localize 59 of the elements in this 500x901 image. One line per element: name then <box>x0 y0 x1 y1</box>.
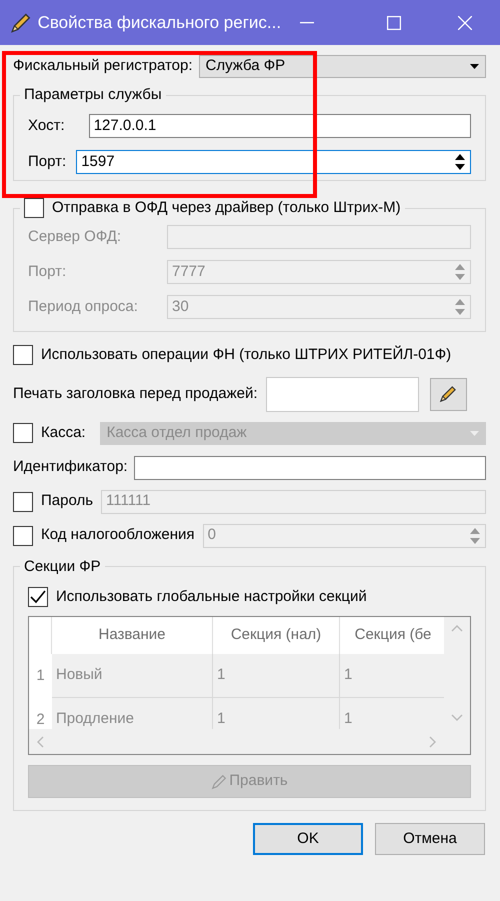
table-cell: 1 <box>213 698 340 729</box>
group-title: Параметры службы <box>23 85 163 105</box>
group-title: Секции ФР <box>23 556 102 576</box>
checkbox-label: Использовать глобальные настройки секций <box>56 586 367 606</box>
checkbox-label: Отправка в ОФД через драйвер (только Штрих-М) <box>52 198 401 218</box>
host-field[interactable]: 127.0.0.1 <box>88 114 471 138</box>
table-cell: 1 <box>340 698 444 729</box>
spin-field[interactable]: 7777 <box>167 260 471 284</box>
port-field[interactable]: 1597 <box>76 150 471 174</box>
identifier-field[interactable] <box>134 456 486 480</box>
checkbox-label: Использовать операции ФН (только ШТРИХ РИТЕЙЛ-01Ф) <box>41 344 452 365</box>
pencil-icon <box>439 385 458 403</box>
minimize-icon <box>300 22 314 24</box>
spin-arrows-icon <box>469 526 481 546</box>
table-cell: Новый <box>52 654 213 698</box>
field-label: Порт: <box>28 152 66 172</box>
field-label: Хост: <box>28 116 65 136</box>
spin-arrows-icon <box>454 152 466 172</box>
scroll-right-icon <box>429 736 436 748</box>
scroll-left-icon <box>37 736 44 748</box>
ok-button[interactable]: OK <box>253 823 363 855</box>
text-field[interactable] <box>167 225 471 249</box>
checkbox-label: Пароль <box>41 491 94 512</box>
spin-arrows-icon <box>454 262 466 282</box>
field-label: Период опроса: <box>28 296 139 317</box>
maximize-icon <box>386 16 401 30</box>
close-icon <box>458 16 472 30</box>
scroll-up-icon <box>451 625 463 632</box>
field-label: Порт: <box>28 262 68 282</box>
spin-arrows-icon <box>454 297 466 317</box>
checkbox[interactable] <box>28 586 48 607</box>
spin-field[interactable]: 30 <box>167 295 471 319</box>
scroll-down-icon <box>451 714 463 721</box>
checkbox[interactable] <box>13 423 33 443</box>
tax-code-field[interactable]: 0 <box>202 524 486 548</box>
pencil-icon <box>10 12 32 34</box>
field-label: Печать заголовка перед продажей: <box>13 384 258 404</box>
table-cell: 1 <box>213 654 340 698</box>
checkbox-label: Код налогообложения <box>41 525 195 546</box>
edit-header-button[interactable] <box>430 378 467 410</box>
dropdown-arrow-icon <box>470 64 479 69</box>
field-label: Фискальный регистратор: <box>13 56 193 76</box>
field-label: Сервер ОФД: <box>28 226 122 247</box>
checkbox[interactable] <box>13 526 33 546</box>
dropdown-arrow-icon <box>470 430 479 436</box>
field-label: Идентификатор: <box>13 457 128 478</box>
cancel-button[interactable]: Отмена <box>375 823 485 855</box>
table-cell: Продление <box>52 698 213 729</box>
registrar-dropdown[interactable]: Служба ФР <box>198 55 486 78</box>
table-cell: 1 <box>340 654 444 698</box>
window-title: Свойства фискального регис... <box>38 12 282 34</box>
check-icon <box>30 590 46 604</box>
checkbox[interactable] <box>13 492 33 512</box>
header-field[interactable] <box>266 376 419 412</box>
checkbox[interactable] <box>13 345 33 366</box>
pencil-icon <box>211 774 228 790</box>
password-field[interactable]: 111111 <box>101 490 486 514</box>
checkbox-label: Касса: <box>41 422 86 443</box>
checkbox[interactable] <box>24 198 44 218</box>
